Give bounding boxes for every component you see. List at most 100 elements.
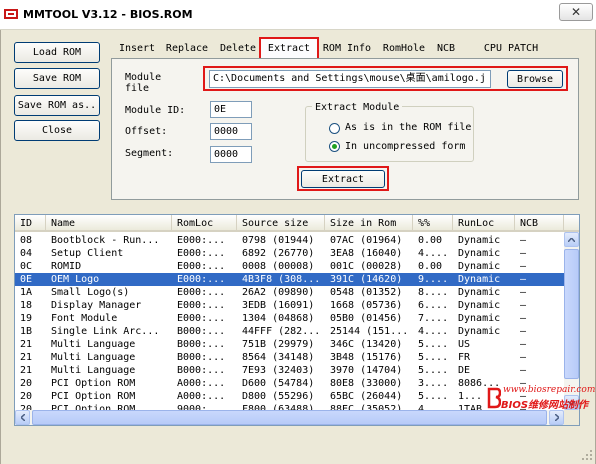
close-window-button[interactable]: ✕ — [559, 3, 593, 21]
table-row[interactable]: 21 Multi Language B000:... 7E93 (32403) 3970… — [15, 364, 564, 377]
cell-size-in-rom: 80E8 (33000) — [330, 378, 403, 389]
horizontal-scroll-thumb[interactable] — [32, 410, 547, 425]
window-title: MMTOOL V3.12 - BIOS.ROM — [23, 8, 193, 21]
cell-id: 21 — [20, 352, 33, 363]
extract-button[interactable]: Extract — [301, 170, 385, 188]
cell-size-in-rom: 3B48 (15176) — [330, 352, 403, 363]
col-romloc[interactable]: RomLoc — [172, 215, 237, 232]
cell-name: Setup Client — [51, 248, 124, 259]
cell-source-size: D600 (54784) — [242, 378, 315, 389]
table-row[interactable]: 21 Multi Language B000:... 751B (29979) 346C… — [15, 338, 564, 351]
cell-size-in-rom: 25144 (151... — [330, 326, 409, 337]
cell-percent: 5.... — [418, 365, 449, 376]
cell-percent: 8.... — [418, 287, 449, 298]
cell-ncb: – — [520, 326, 527, 337]
cell-name: Bootblock - Run... — [51, 235, 160, 246]
resize-grip-icon[interactable] — [580, 448, 594, 462]
cell-source-size: 0008 (00008) — [242, 261, 315, 272]
cell-id: 18 — [20, 300, 33, 311]
module-file-input[interactable]: C:\Documents and Settings\mouse\桌面\amilo… — [209, 70, 491, 88]
col-name[interactable]: Name — [46, 215, 172, 232]
table-row[interactable]: 19 Font Module E000:... 1304 (04868) 05B0 (0… — [15, 312, 564, 325]
cell-source-size: 3EDB (16091) — [242, 300, 315, 311]
cell-size-in-rom: 001C (00028) — [330, 261, 403, 272]
cell-percent: 5.... — [418, 339, 449, 350]
cell-runloc: US — [458, 339, 471, 350]
cell-romloc: B000:... — [177, 352, 226, 363]
cell-name: OEM Logo — [51, 274, 100, 285]
cell-id: 21 — [20, 339, 33, 350]
table-row[interactable]: 1B Single Link Arc... B000:... 44FFF (282..… — [15, 325, 564, 338]
tab-delete[interactable]: Delete — [215, 40, 261, 58]
table-row[interactable]: 1A Small Logo(s) E000:... 26A2 (09890) 0548 … — [15, 286, 564, 299]
cell-romloc: A000:... — [177, 391, 226, 402]
tab-extract[interactable]: Extract — [259, 37, 319, 60]
as-is-label[interactable]: As is in the ROM file — [345, 122, 471, 133]
vertical-scrollbar[interactable] — [564, 232, 579, 410]
horizontal-scrollbar[interactable] — [15, 410, 564, 425]
cell-size-in-rom: 07AC (01964) — [330, 235, 403, 246]
cell-ncb: – — [520, 352, 527, 363]
col-size-in-rom[interactable]: Size in Rom — [325, 215, 413, 232]
cell-name: PCI Option ROM — [51, 391, 136, 402]
table-row[interactable]: 04 Setup Client E000:... 6892 (26770) 3EA8 (… — [15, 247, 564, 260]
col-runloc[interactable]: RunLoc — [453, 215, 515, 232]
watermark: www.biosrepair.com BIOS维修网站制作 — [487, 385, 595, 413]
col-ncb[interactable]: NCB — [515, 215, 564, 232]
cell-romloc: A000:... — [177, 378, 226, 389]
cell-percent: 3.... — [418, 378, 449, 389]
cell-romloc: E000:... — [177, 300, 226, 311]
table-row[interactable]: 20 PCI Option ROM A000:... D600 (54784) 80E8… — [15, 377, 564, 390]
scroll-up-button[interactable] — [564, 232, 579, 247]
table-row[interactable]: 0E OEM Logo E000:... 4B3F8 (308... 391C (146… — [15, 273, 564, 286]
cell-percent: 7.... — [418, 313, 449, 324]
table-row[interactable]: 21 Multi Language B000:... 8564 (34148) 3B48… — [15, 351, 564, 364]
tab-insert[interactable]: Insert — [114, 40, 160, 58]
cell-runloc: FR — [458, 352, 471, 363]
extract-module-group — [305, 106, 474, 162]
uncompressed-label[interactable]: In uncompressed form — [345, 141, 465, 152]
cell-ncb: – — [520, 339, 527, 350]
cell-id: 0C — [20, 261, 33, 272]
table-row[interactable]: 0C ROMID E000:... 0008 (00008) 001C (00028) 0… — [15, 260, 564, 273]
tab-cpu-patch[interactable]: CPU PATCH — [478, 40, 544, 58]
tab-ncb[interactable]: NCB — [432, 40, 460, 58]
cell-runloc: Dynamic — [458, 326, 501, 337]
cell-name: PCI Option ROM — [51, 378, 136, 389]
col-percent[interactable]: %% — [413, 215, 453, 232]
close-rom-button[interactable]: Close — [14, 120, 100, 141]
cell-runloc: Dynamic — [458, 287, 501, 298]
cell-name: Display Manager — [51, 300, 142, 311]
col-source-size[interactable]: Source size — [237, 215, 325, 232]
segment-input[interactable]: 0000 — [210, 146, 252, 163]
tab-rom-info[interactable]: ROM Info — [320, 40, 374, 58]
table-row[interactable]: 08 Bootblock - Run... E000:... 0798 (01944)… — [15, 234, 564, 247]
save-rom-as-button[interactable]: Save ROM as.. — [14, 95, 100, 116]
browse-button[interactable]: Browse — [507, 70, 563, 88]
load-rom-button[interactable]: Load ROM — [14, 42, 100, 63]
tab-replace[interactable]: Replace — [162, 40, 212, 58]
cell-id: 04 — [20, 248, 33, 259]
cell-percent: 9.... — [418, 274, 449, 285]
cell-romloc: E000:... — [177, 287, 226, 298]
close-icon: ✕ — [570, 5, 582, 19]
tab-romhole[interactable]: RomHole — [379, 40, 429, 58]
col-id[interactable]: ID — [15, 215, 46, 232]
cell-size-in-rom: 346C (13420) — [330, 339, 403, 350]
chevron-left-icon — [20, 414, 25, 421]
table-row[interactable]: 20 PCI Option ROM A000:... D800 (55296) 65BC… — [15, 390, 564, 403]
cell-id: 0E — [20, 274, 33, 285]
cell-id: 21 — [20, 365, 33, 376]
cell-id: 20 — [20, 391, 33, 402]
save-rom-button[interactable]: Save ROM — [14, 68, 100, 89]
uncompressed-radio[interactable] — [329, 141, 340, 152]
as-is-radio[interactable] — [329, 123, 340, 134]
offset-input[interactable]: 0000 — [210, 123, 252, 140]
cell-ncb: – — [520, 261, 527, 272]
cell-source-size: 26A2 (09890) — [242, 287, 315, 298]
chevron-up-icon — [568, 237, 575, 242]
vertical-scroll-thumb[interactable] — [564, 249, 579, 379]
table-row[interactable]: 18 Display Manager E000:... 3EDB (16091) 166… — [15, 299, 564, 312]
module-id-input[interactable]: 0E — [210, 101, 252, 118]
scroll-left-button[interactable] — [15, 410, 30, 425]
